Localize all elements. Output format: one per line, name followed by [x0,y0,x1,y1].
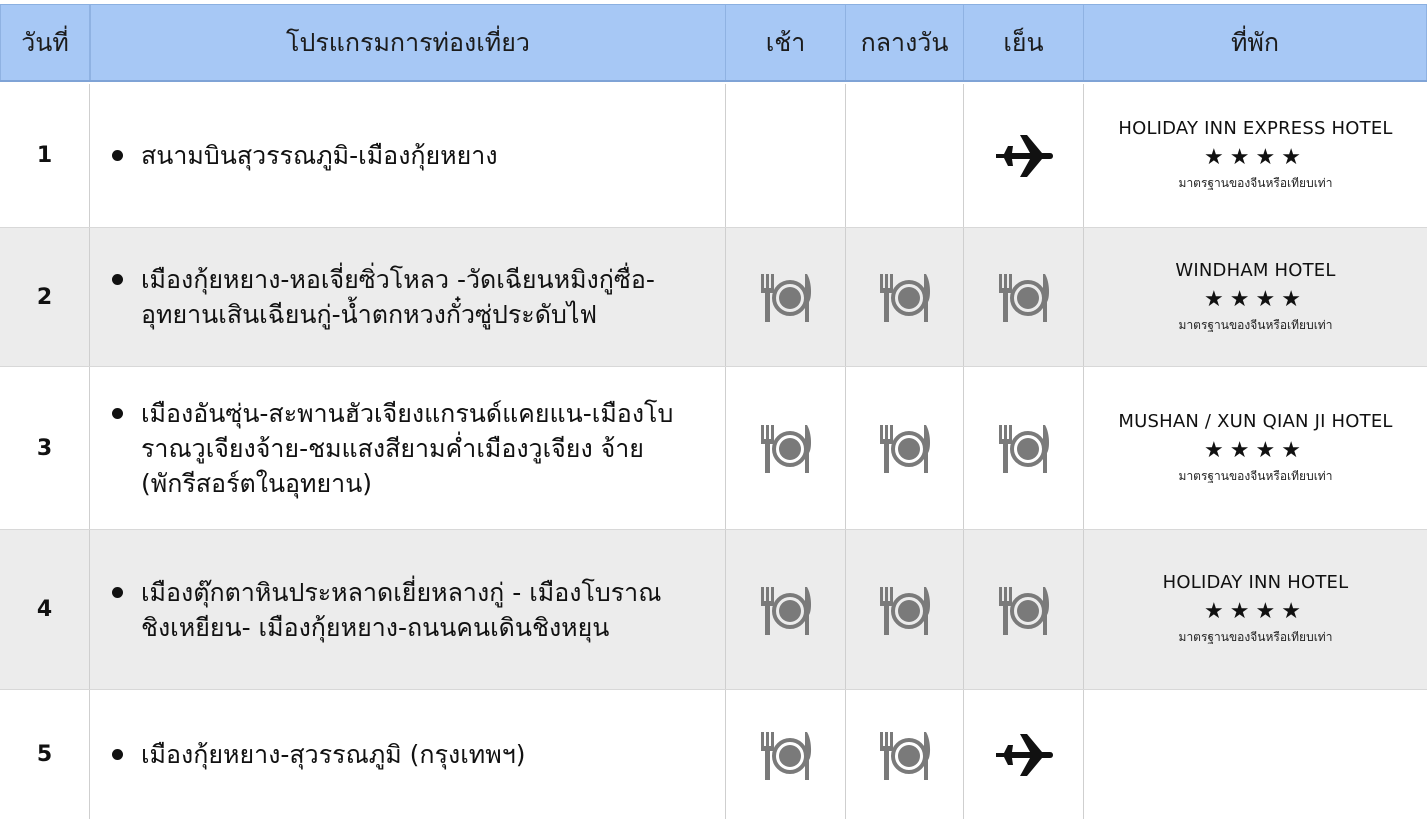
lunch-cell [846,84,964,227]
meal-icon [879,586,930,635]
lunch-cell [846,367,964,529]
meal-icon [998,586,1049,635]
header-program: โปรแกรมการท่องเที่ยว [90,5,726,80]
meal-icon [760,274,811,322]
meal-icon [998,274,1049,322]
star-rating: ★★★★ [1204,145,1307,170]
hotel-cell: HOLIDAY INN EXPRESS HOTEL ★★★★ มาตรฐานขอ… [1084,84,1427,227]
program-cell: เมืองกุ้ยหยาง-หอเจี่ยซิ่วโหลว -วัดเฉียนห… [90,228,726,366]
table-row: 1 สนามบินสุวรรณภูมิ-เมืองกุ้ยหยาง HOLIDA… [0,84,1427,227]
lunch-cell [846,690,964,819]
hotel-cell: MUSHAN / XUN QIAN JI HOTEL ★★★★ มาตรฐานข… [1084,367,1427,529]
table-header: วันที่ โปรแกรมการท่องเที่ยว เช้า กลางวัน… [0,4,1427,82]
header-dinner: เย็น [964,5,1084,80]
hotel-cell: WINDHAM HOTEL ★★★★ มาตรฐานของจีนหรือเทีย… [1084,228,1427,366]
hotel-note: มาตรฐานของจีนหรือเทียบเท่า [1178,176,1333,190]
hotel-name: WINDHAM HOTEL [1175,259,1336,281]
bullet-icon [112,274,123,285]
plane-icon [995,134,1053,177]
hotel-cell: HOLIDAY INN HOTEL ★★★★ มาตรฐานของจีนหรือ… [1084,530,1427,689]
dinner-cell [964,690,1084,819]
breakfast-cell [726,228,846,366]
dinner-cell [964,530,1084,689]
table-row: 2 เมืองกุ้ยหยาง-หอเจี่ยซิ่วโหลว -วัดเฉีย… [0,227,1427,366]
star-rating: ★★★★ [1204,437,1307,463]
program-cell: สนามบินสุวรรณภูมิ-เมืองกุ้ยหยาง [90,84,726,227]
breakfast-cell [726,690,846,819]
plane-icon [995,733,1053,776]
meal-icon [879,274,930,322]
hotel-name: HOLIDAY INN HOTEL [1162,572,1349,593]
hotel-note: มาตรฐานของจีนหรือเทียบเท่า [1178,317,1333,332]
bullet-icon [112,407,123,419]
breakfast-cell [726,530,846,689]
star-rating: ★★★★ [1204,599,1307,624]
itinerary-table: วันที่ โปรแกรมการท่องเที่ยว เช้า กลางวัน… [0,0,1427,819]
hotel-name: HOLIDAY INN EXPRESS HOTEL [1118,118,1393,139]
program-text: เมืองกุ้ยหยาง-หอเจี่ยซิ่วโหลว -วัดเฉียนห… [141,265,655,329]
star-rating: ★★★★ [1204,286,1307,312]
day-number: 1 [0,84,90,227]
bullet-icon [112,150,123,161]
header-lunch: กลางวัน [846,5,964,80]
lunch-cell [846,228,964,366]
meal-icon [760,586,811,635]
header-hotel: ที่พัก [1084,5,1427,80]
table-row: 5 เมืองกุ้ยหยาง-สุวรรณภูมิ (กรุงเทพฯ) [0,689,1427,819]
meal-icon [879,731,930,780]
bullet-icon [112,586,123,598]
day-number: 2 [0,228,90,366]
table-row: 3 เมืองอันซุ่น-สะพานฮัวเจียงแกรนด์แคยแน-… [0,366,1427,529]
hotel-note: มาตรฐานของจีนหรือเทียบเท่า [1178,630,1333,644]
program-cell: เมืองอันซุ่น-สะพานฮัวเจียงแกรนด์แคยแน-เม… [90,367,726,529]
header-breakfast: เช้า [726,5,846,80]
meal-icon [998,425,1049,473]
meal-icon [879,425,930,473]
program-cell: เมืองตุ๊กตาหินประหลาดเยี่ยหลางกู่ - เมือ… [90,530,726,689]
hotel-cell [1084,690,1427,819]
header-day: วันที่ [0,5,90,80]
program-text: เมืองอันซุ่น-สะพานฮัวเจียงแกรนด์แคยแน-เม… [141,398,674,498]
program-cell: เมืองกุ้ยหยาง-สุวรรณภูมิ (กรุงเทพฯ) [90,690,726,819]
dinner-cell [964,228,1084,366]
hotel-name: MUSHAN / XUN QIAN JI HOTEL [1118,410,1393,432]
dinner-cell [964,84,1084,227]
lunch-cell [846,530,964,689]
program-text: สนามบินสุวรรณภูมิ-เมืองกุ้ยหยาง [141,141,498,170]
hotel-note: มาตรฐานของจีนหรือเทียบเท่า [1178,468,1333,483]
day-number: 5 [0,690,90,819]
day-number: 3 [0,367,90,529]
program-text: เมืองตุ๊กตาหินประหลาดเยี่ยหลางกู่ - เมือ… [141,577,662,642]
day-number: 4 [0,530,90,689]
meal-icon [760,425,811,473]
table-row: 4 เมืองตุ๊กตาหินประหลาดเยี่ยหลางกู่ - เม… [0,529,1427,689]
meal-icon [760,731,811,780]
program-text: เมืองกุ้ยหยาง-สุวรรณภูมิ (กรุงเทพฯ) [141,740,526,769]
breakfast-cell [726,84,846,227]
bullet-icon [112,749,123,760]
dinner-cell [964,367,1084,529]
breakfast-cell [726,367,846,529]
